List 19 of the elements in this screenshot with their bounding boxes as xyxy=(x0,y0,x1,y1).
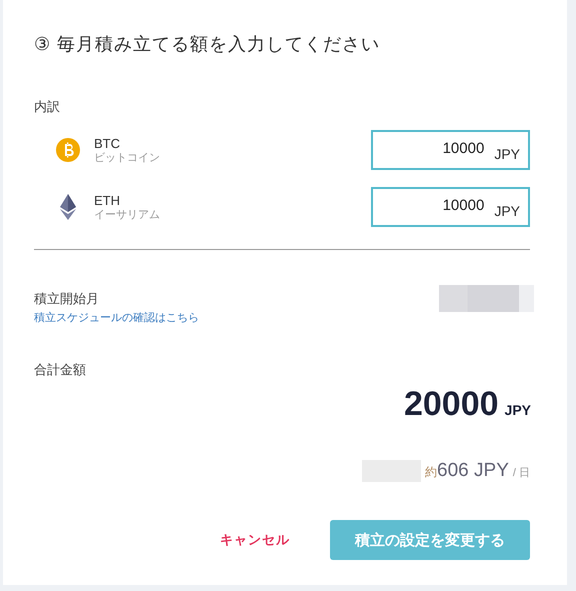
coin-icon xyxy=(56,138,80,162)
coin-name: イーサリアム xyxy=(94,208,161,222)
schedule-link[interactable]: 積立スケジュールの確認はこちら xyxy=(34,310,199,325)
amount-field[interactable]: 10000 JPY xyxy=(371,130,530,170)
amount-field[interactable]: 10000 JPY xyxy=(371,187,530,227)
coin-symbol: BTC xyxy=(94,136,121,150)
approx-prefix: 約 xyxy=(425,464,438,481)
breakdown-label: 内訳 xyxy=(34,99,60,114)
cancel-button[interactable]: キャンセル xyxy=(220,531,290,549)
coin-symbol: ETH xyxy=(94,192,121,208)
total-amount: 20000 xyxy=(404,385,499,424)
coin-name: ビットコイン xyxy=(94,150,161,164)
diamond-icon xyxy=(60,194,76,220)
start-month-label: 積立開始月 xyxy=(34,290,100,308)
per-day-label: / 日 xyxy=(512,466,530,480)
step-title: ③ 毎月積み立てる額を入力してください xyxy=(34,33,382,56)
currency-unit: JPY xyxy=(504,402,531,418)
total-label: 合計金額 xyxy=(34,362,86,377)
daily-amount: 606 JPY xyxy=(437,460,509,482)
